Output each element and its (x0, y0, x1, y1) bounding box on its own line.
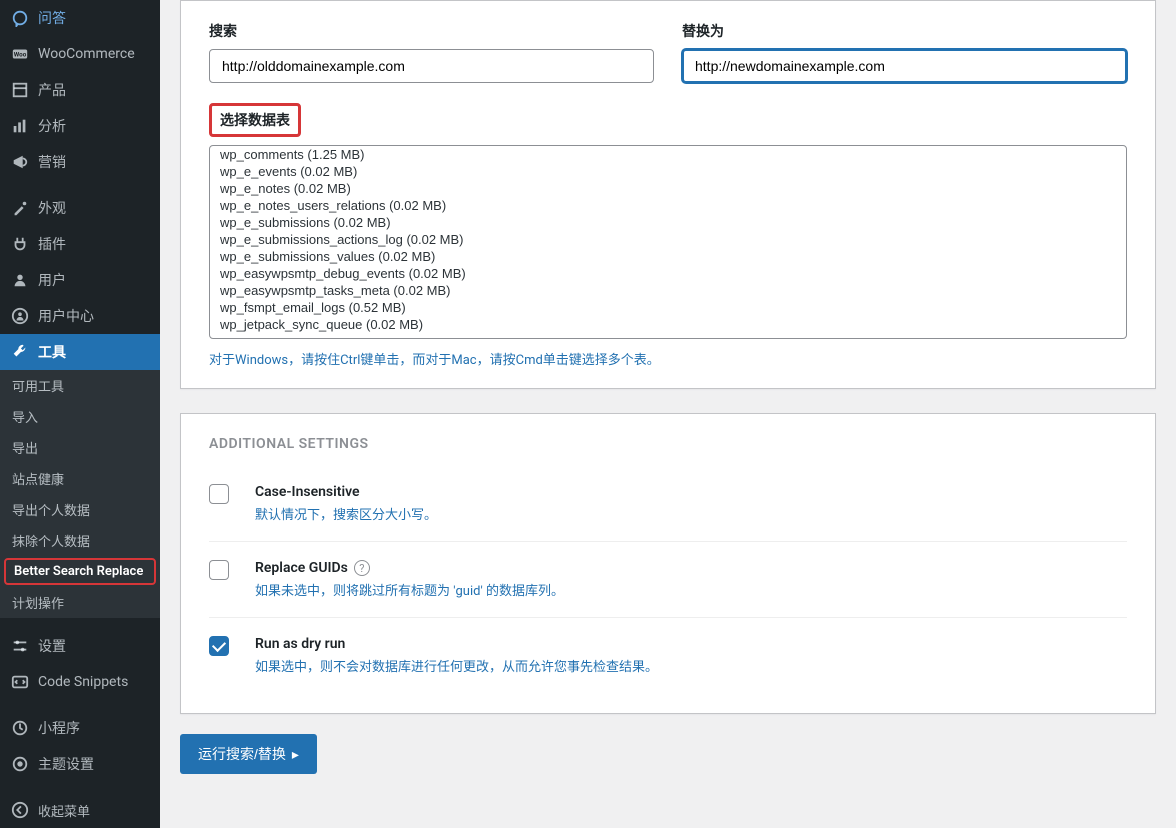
sidebar-item-mini[interactable]: 小程序 (0, 710, 160, 746)
submenu-item[interactable]: 可用工具 (0, 370, 160, 401)
sidebar-item-brush[interactable]: 外观 (0, 190, 160, 226)
sidebar-item-label: 产品 (38, 80, 66, 100)
collapse-label: 收起菜单 (38, 801, 90, 820)
sidebar-item-label: Code Snippets (38, 674, 128, 690)
sidebar-item-plug[interactable]: 插件 (0, 226, 160, 262)
setting-checkbox[interactable] (209, 484, 229, 504)
additional-settings-card: ADDITIONAL SETTINGS Case-Insensitive 默认情况… (180, 413, 1156, 714)
mega-icon (10, 152, 30, 172)
submenu-item[interactable]: 导入 (0, 401, 160, 432)
setting-desc: 如果未选中，则将跳过所有标题为 'guid' 的数据库列。 (255, 580, 564, 599)
table-option[interactable]: wp_e_submissions (0.02 MB) (210, 214, 1126, 231)
code-icon (10, 672, 30, 692)
svg-text:Woo: Woo (14, 51, 27, 59)
setting-desc: 默认情况下，搜索区分大小写。 (255, 504, 437, 523)
sidebar-item-userc[interactable]: 用户中心 (0, 298, 160, 334)
table-option[interactable]: wp_e_notes (0.02 MB) (210, 180, 1126, 197)
collapse-icon (10, 800, 30, 820)
sidebar-item-theme[interactable]: 主题设置 (0, 746, 160, 782)
sidebar-item-label: 工具 (38, 342, 66, 362)
table-option[interactable]: wp_e_notes_users_relations (0.02 MB) (210, 197, 1126, 214)
tables-select[interactable]: wp_comments (1.25 MB)wp_e_events (0.02 M… (209, 145, 1127, 339)
replace-label: 替换为 (682, 21, 1127, 41)
setting-title: Run as dry run (255, 636, 658, 652)
run-search-replace-button[interactable]: 运行搜索/替换 ▸ (180, 734, 317, 774)
comment-icon (10, 8, 30, 28)
setting-row: Run as dry run 如果选中，则不会对数据库进行任何更改，从而允许您事先… (209, 617, 1127, 693)
setting-title: Case-Insensitive (255, 484, 437, 500)
slider-icon (10, 636, 30, 656)
table-option[interactable]: wp_e_submissions_values (0.02 MB) (210, 248, 1126, 265)
additional-settings-title: ADDITIONAL SETTINGS (209, 436, 1127, 452)
settings-card: 搜索 替换为 选择数据表 wp_comments (1.25 MB)wp_e_e… (180, 0, 1156, 389)
submenu-item[interactable]: 抹除个人数据 (0, 525, 160, 556)
table-option[interactable]: wp_comments (1.25 MB) (210, 146, 1126, 163)
chart-icon (10, 116, 30, 136)
sidebar-item-chart[interactable]: 分析 (0, 108, 160, 144)
mini-icon (10, 718, 30, 738)
submenu-item[interactable]: 导出个人数据 (0, 494, 160, 525)
replace-input[interactable] (682, 49, 1127, 83)
tool-icon (10, 342, 30, 362)
product-icon (10, 80, 30, 100)
help-icon[interactable]: ? (354, 560, 370, 576)
sidebar-item-product[interactable]: 产品 (0, 72, 160, 108)
submenu-item[interactable]: 导出 (0, 432, 160, 463)
sidebar-item-user[interactable]: 用户 (0, 262, 160, 298)
sidebar-item-label: 用户中心 (38, 306, 94, 326)
user-icon (10, 270, 30, 290)
userc-icon (10, 306, 30, 326)
setting-desc: 如果选中，则不会对数据库进行任何更改，从而允许您事先检查结果。 (255, 656, 658, 675)
sidebar-item-label: 主题设置 (38, 754, 94, 774)
submenu-item[interactable]: Better Search Replace (4, 558, 156, 585)
table-option[interactable]: wp_e_submissions_actions_log (0.02 MB) (210, 231, 1126, 248)
sidebar-item-label: 问答 (38, 8, 66, 28)
plug-icon (10, 234, 30, 254)
search-input[interactable] (209, 49, 654, 83)
sidebar-item-code[interactable]: Code Snippets (0, 664, 160, 700)
tables-helper-text: 对于Windows，请按住Ctrl键单击，而对于Mac，请按Cmd单击键选择多个… (209, 349, 1127, 368)
search-label: 搜索 (209, 21, 654, 41)
sidebar-item-label: 插件 (38, 234, 66, 254)
sidebar-item-mega[interactable]: 营销 (0, 144, 160, 180)
setting-row: Case-Insensitive 默认情况下，搜索区分大小写。 (209, 472, 1127, 541)
submenu-item[interactable]: 计划操作 (0, 587, 160, 618)
table-option[interactable]: wp_jetpack_sync_queue (0.02 MB) (210, 316, 1126, 333)
sidebar-item-label: 小程序 (38, 718, 80, 738)
sidebar-item-label: 设置 (38, 636, 66, 656)
chevron-right-icon: ▸ (292, 746, 299, 763)
table-option[interactable]: wp_easywpsmtp_tasks_meta (0.02 MB) (210, 282, 1126, 299)
sidebar-item-label: 营销 (38, 152, 66, 172)
setting-title: Replace GUIDs? (255, 560, 564, 576)
setting-checkbox[interactable] (209, 636, 229, 656)
collapse-menu[interactable]: 收起菜单 (0, 792, 160, 828)
table-option[interactable]: wp_easywpsmtp_debug_events (0.02 MB) (210, 265, 1126, 282)
submenu-item[interactable]: 站点健康 (0, 463, 160, 494)
brush-icon (10, 198, 30, 218)
table-option[interactable]: wp_fsmpt_email_logs (0.52 MB) (210, 299, 1126, 316)
sidebar-item-label: WooCommerce (38, 46, 135, 62)
theme-icon (10, 754, 30, 774)
woo-icon: Woo (10, 44, 30, 64)
setting-checkbox[interactable] (209, 560, 229, 580)
setting-row: Replace GUIDs? 如果未选中，则将跳过所有标题为 'guid' 的数据… (209, 541, 1127, 617)
main-content: 搜索 替换为 选择数据表 wp_comments (1.25 MB)wp_e_e… (160, 0, 1176, 828)
table-option[interactable]: wp_e_events (0.02 MB) (210, 163, 1126, 180)
tables-label: 选择数据表 (209, 103, 301, 137)
sidebar-item-label: 分析 (38, 116, 66, 136)
sidebar-item-tool[interactable]: 工具 (0, 334, 160, 370)
sidebar-item-comment[interactable]: 问答 (0, 0, 160, 36)
sidebar-item-slider[interactable]: 设置 (0, 628, 160, 664)
admin-sidebar: 问答WooWooCommerce产品分析营销外观插件用户用户中心工具 可用工具导… (0, 0, 160, 828)
sidebar-item-label: 用户 (38, 270, 66, 290)
sidebar-item-label: 外观 (38, 198, 66, 218)
submit-label: 运行搜索/替换 (198, 744, 286, 764)
sidebar-item-woo[interactable]: Woo WooCommerce (0, 36, 160, 72)
